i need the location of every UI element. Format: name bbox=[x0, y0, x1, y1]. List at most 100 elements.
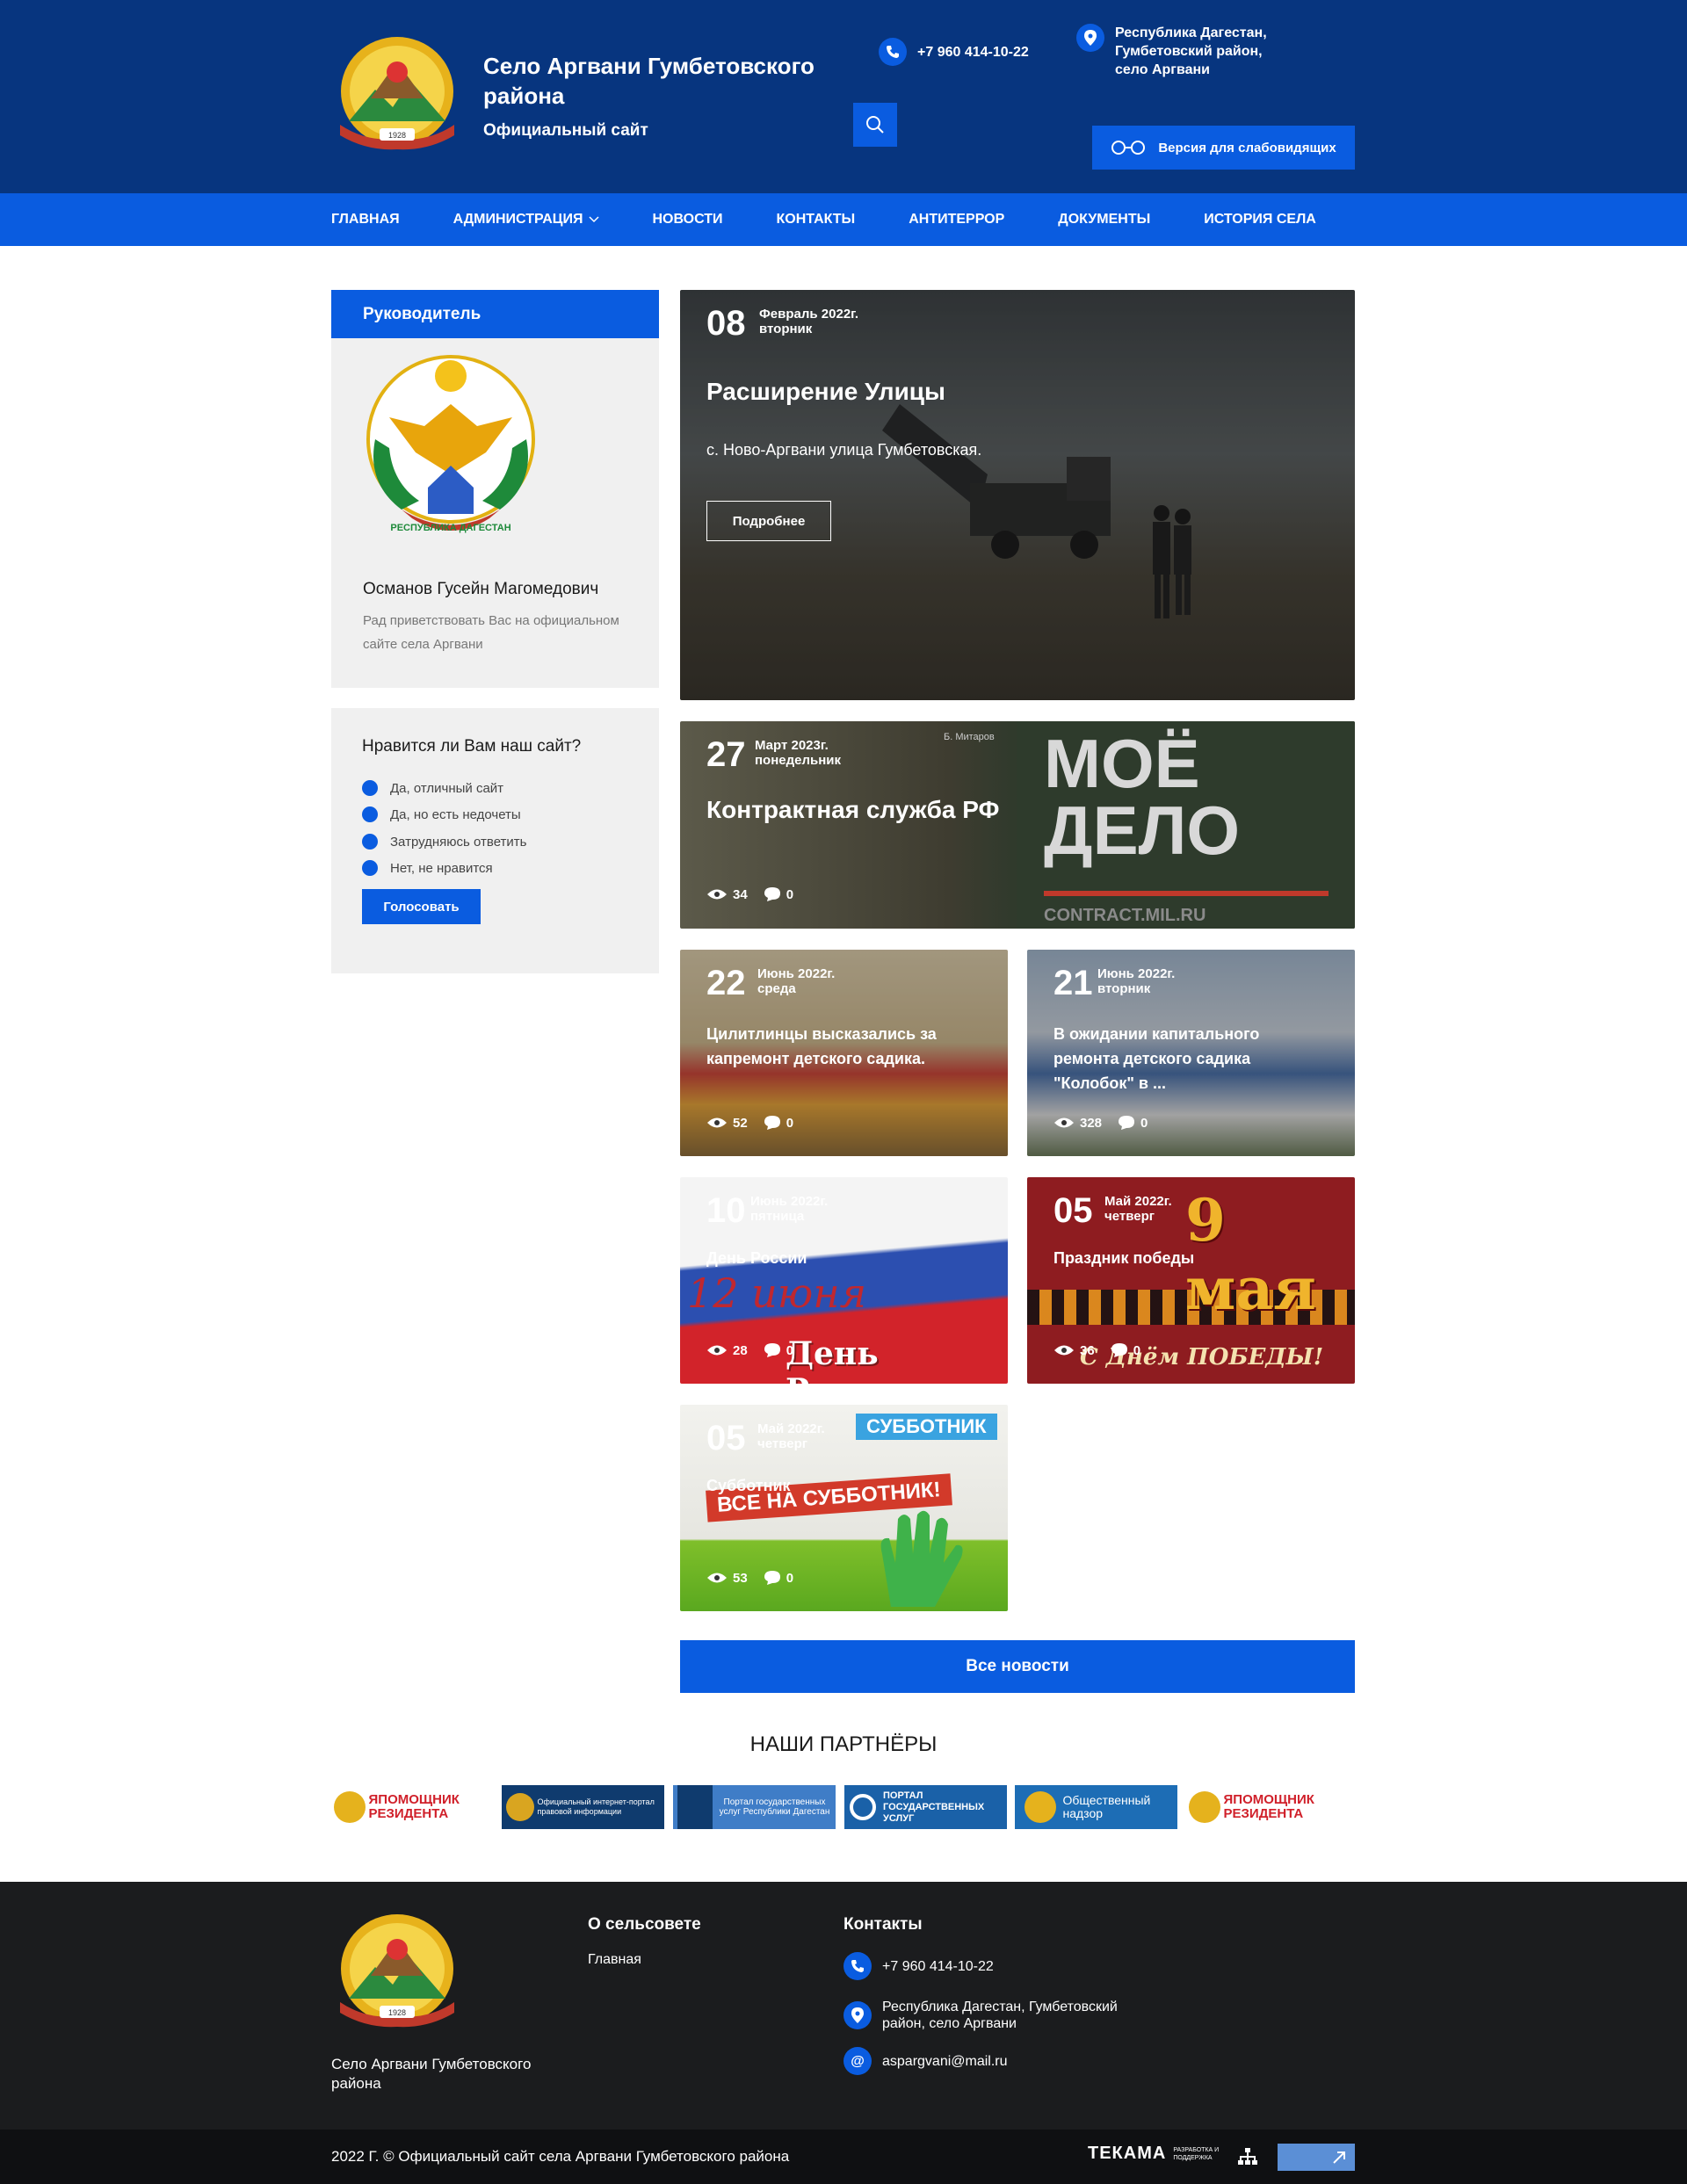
nav-item-antiterror[interactable]: Антитеррор bbox=[909, 212, 1004, 228]
news-stats: 52 0 bbox=[706, 1115, 793, 1131]
poll-option[interactable]: Да, отличный сайт bbox=[362, 780, 503, 796]
news-month: Июнь 2022г. bbox=[757, 966, 836, 981]
search-button[interactable] bbox=[853, 103, 897, 147]
news-day: 21 bbox=[1053, 964, 1093, 1002]
location-pin-icon bbox=[1076, 24, 1104, 52]
news-month: Май 2022г. bbox=[1104, 1194, 1172, 1209]
partner-name: ПОРТАЛ ГОСУДАРСТВЕННЫХ УСЛУГ bbox=[883, 1790, 985, 1824]
footer-phone[interactable]: +7 960 414-10-22 bbox=[844, 1952, 994, 1980]
news-card[interactable]: 12 июня День России 10 Июнь 2022г. пятни… bbox=[680, 1177, 1008, 1384]
nav-item-home[interactable]: Главная bbox=[331, 212, 400, 228]
partner-emblem-icon bbox=[850, 1794, 876, 1820]
news-card[interactable]: 9 мая С Днём ПОБЕДЫ! 05 Май 2022г. четве… bbox=[1027, 1177, 1355, 1384]
header-address: Республика Дагестан, Гумбетовский район,… bbox=[1076, 24, 1296, 79]
contract-poster: МОЁ ДЕЛО CONTRACT.MIL.RU bbox=[1017, 721, 1355, 929]
news-title: День России bbox=[706, 1249, 807, 1267]
developer-logo[interactable]: ТЕКАМА РАЗРАБОТКА И ПОДДЕРЖКА bbox=[1088, 2144, 1226, 2164]
nav-label: Антитеррор bbox=[909, 212, 1005, 227]
news-title: В ожидании капитального ремонта детского… bbox=[1053, 1025, 1260, 1092]
partner-emblem-icon bbox=[1024, 1791, 1056, 1823]
featured-news-card[interactable]: 08 Февраль 2022г. вторник Расширение Ули… bbox=[680, 290, 1355, 700]
footer-bottom-bar: 2022 Г. © Официальный сайт села Аргвани … bbox=[0, 2130, 1687, 2184]
developer-brand: ТЕКАМА bbox=[1088, 2144, 1167, 2163]
sitemap-icon[interactable] bbox=[1237, 2147, 1258, 2166]
footer-emblem-logo[interactable]: 1928 bbox=[331, 1914, 463, 2030]
dagestan-emblem-text: РЕСПУБЛИКА ДАГЕСТАН bbox=[390, 523, 510, 533]
read-more-button[interactable]: Подробнее bbox=[706, 501, 831, 541]
counter-widget[interactable] bbox=[1278, 2144, 1355, 2171]
search-icon bbox=[866, 116, 884, 134]
victory-big: 9 мая bbox=[1185, 1186, 1316, 1323]
news-card[interactable]: МОЁ ДЕЛО CONTRACT.MIL.RU Б. Митаров 27 М… bbox=[680, 721, 1355, 929]
nav-label: Главная bbox=[331, 212, 400, 227]
news-card[interactable]: 21 Июнь 2022г. вторник В ожидании капита… bbox=[1027, 950, 1355, 1156]
footer-address-text: Республика Дагестан, Гумбетовский район,… bbox=[882, 2000, 1118, 2031]
all-news-button[interactable]: Все новости bbox=[680, 1640, 1355, 1693]
partner-banner[interactable]: Официальный интернет-портал правовой инф… bbox=[502, 1785, 664, 1829]
news-weekday: четверг bbox=[1104, 1209, 1155, 1224]
nav-item-contacts[interactable]: Контакты bbox=[777, 212, 856, 228]
comments-count: 0 bbox=[786, 1342, 794, 1358]
partner-banner[interactable]: Общественный надзор bbox=[1015, 1785, 1177, 1829]
footer-email[interactable]: @ aspargvani@mail.ru bbox=[844, 2047, 1008, 2075]
radio-icon bbox=[362, 860, 378, 876]
partner-banner[interactable]: ПОРТАЛ ГОСУДАРСТВЕННЫХ УСЛУГ bbox=[844, 1785, 1007, 1829]
news-title: Контрактная служба РФ bbox=[706, 796, 1000, 823]
vote-button[interactable]: Голосовать bbox=[362, 889, 481, 924]
news-month: Июнь 2022г. bbox=[750, 1194, 829, 1209]
leader-name: Османов Гусейн Магомедович bbox=[363, 580, 599, 598]
poll-option-label: Затрудняюсь ответить bbox=[390, 834, 527, 850]
news-day: 05 bbox=[706, 1419, 746, 1457]
village-emblem-logo[interactable]: 1928 bbox=[331, 37, 463, 153]
header-phone-text: +7 960 414-10-22 bbox=[917, 44, 1029, 60]
views-count: 53 bbox=[733, 1570, 748, 1586]
nav-item-village-history[interactable]: История села bbox=[1204, 212, 1316, 228]
poll-option[interactable]: Нет, не нравится bbox=[362, 860, 493, 876]
news-weekday: вторник bbox=[1097, 981, 1151, 996]
comment-icon bbox=[764, 1571, 780, 1585]
eye-icon bbox=[1054, 1345, 1074, 1356]
location-pin-icon bbox=[844, 2001, 872, 2029]
footer-link-home[interactable]: Главная bbox=[588, 1952, 641, 1968]
poster-url: CONTRACT.MIL.RU bbox=[1044, 906, 1206, 925]
leader-greeting: Рад приветствовать Вас на официальном са… bbox=[363, 613, 619, 652]
site-title[interactable]: Село Аргвани Гумбетовского района bbox=[483, 51, 852, 111]
russia-day-big: 12 июня bbox=[687, 1269, 867, 1317]
nav-item-news[interactable]: Новости bbox=[653, 212, 723, 228]
partner-banner[interactable]: Портал государственных услуг Республики … bbox=[673, 1785, 836, 1829]
main-nav: Главная Администрация Новости Контакты А… bbox=[0, 193, 1687, 246]
comment-icon bbox=[764, 887, 780, 901]
at-sign-icon: @ bbox=[844, 2047, 872, 2075]
partner-banner[interactable]: ЯПОМОЩНИК РЕЗИДЕНТА bbox=[1186, 1785, 1349, 1829]
accessibility-version-button[interactable]: Версия для слабовидящих bbox=[1092, 126, 1355, 170]
radio-icon bbox=[362, 780, 378, 796]
poll-option[interactable]: Затрудняюсь ответить bbox=[362, 834, 526, 850]
news-weekday: понедельник bbox=[755, 753, 842, 768]
poll-option-label: Да, но есть недочеты bbox=[390, 806, 521, 822]
partner-emblem-icon bbox=[677, 1785, 713, 1829]
partner-banner[interactable]: ЯПОМОЩНИК РЕЗИДЕНТА bbox=[331, 1785, 494, 1829]
header-address-text: Республика Дагестан, Гумбетовский район,… bbox=[1115, 25, 1267, 77]
views-count: 34 bbox=[733, 886, 748, 902]
emblem-year: 1928 bbox=[388, 131, 406, 140]
glasses-icon bbox=[1111, 141, 1146, 155]
nav-item-administration[interactable]: Администрация bbox=[453, 212, 599, 228]
views-count: 28 bbox=[733, 1342, 748, 1358]
phone-icon bbox=[879, 38, 907, 66]
views-count: 36 bbox=[1080, 1342, 1095, 1358]
radio-icon bbox=[362, 806, 378, 822]
poll-question: Нравится ли Вам наш сайт? bbox=[362, 737, 582, 756]
radio-icon bbox=[362, 834, 378, 850]
news-card[interactable]: 22 Июнь 2022г. среда Цилитлинцы высказал… bbox=[680, 950, 1008, 1156]
news-stats: 28 0 bbox=[706, 1342, 793, 1358]
comments-count: 0 bbox=[1133, 1342, 1141, 1358]
poll-option[interactable]: Да, но есть недочеты bbox=[362, 806, 521, 822]
news-card[interactable]: СУББОТНИК ВСЕ НА СУББОТНИК! 05 Май 2022г… bbox=[680, 1405, 1008, 1611]
eye-icon bbox=[707, 1573, 727, 1583]
partner-name: ЯПОМОЩНИК РЕЗИДЕНТА bbox=[368, 1792, 460, 1821]
eye-icon bbox=[1054, 1117, 1074, 1128]
partner-emblem-icon bbox=[505, 1793, 534, 1821]
news-excerpt: с. Ново-Аргвани улица Гумбетовская. bbox=[706, 441, 982, 459]
header-phone[interactable]: +7 960 414-10-22 bbox=[879, 38, 1029, 66]
nav-item-documents[interactable]: Документы bbox=[1058, 212, 1150, 228]
